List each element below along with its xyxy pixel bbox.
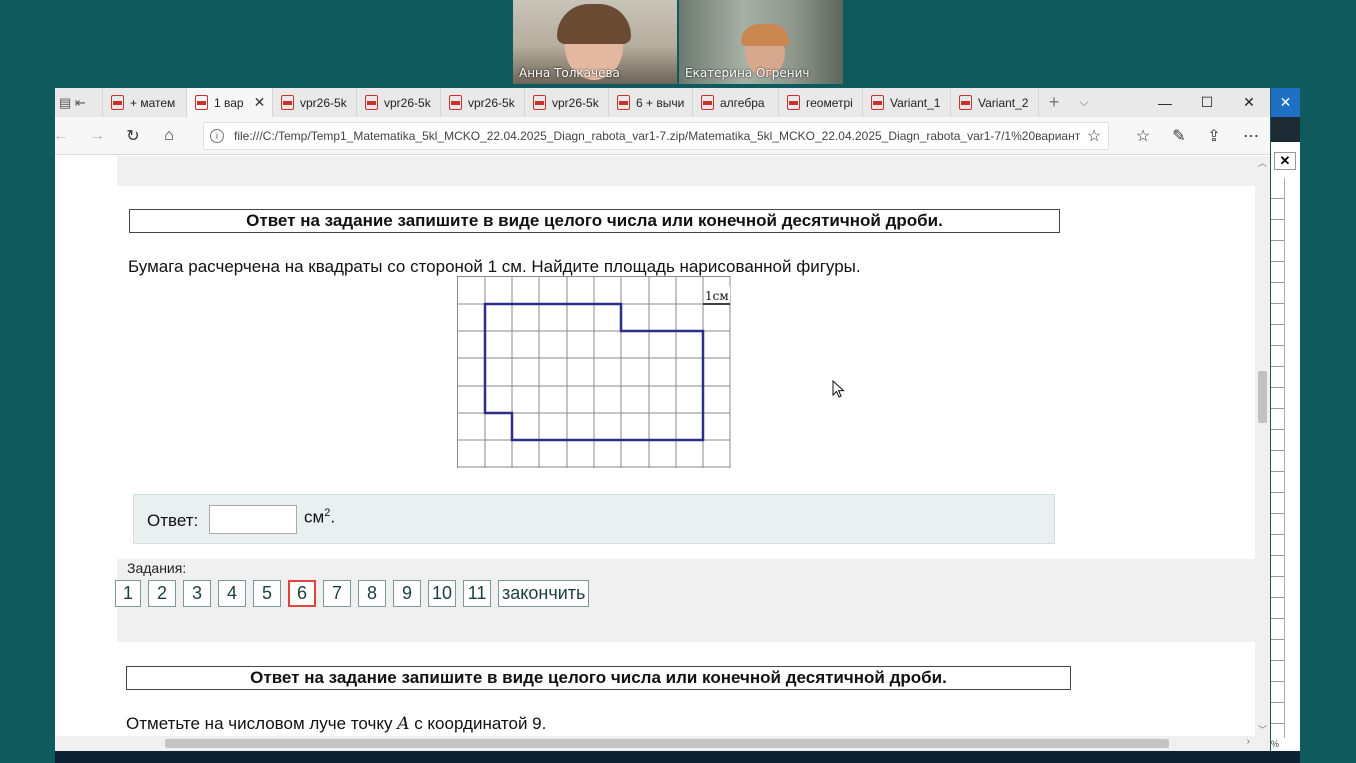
horizontal-scroll-thumb[interactable] — [165, 739, 1169, 748]
video-tile-participant-2[interactable]: Екатерина Огренич — [679, 0, 843, 84]
task-button-6[interactable]: 6 — [288, 580, 316, 607]
mouse-cursor-icon — [832, 380, 845, 398]
next-task-point: A — [397, 714, 410, 734]
finish-button[interactable]: закончить — [498, 580, 590, 607]
task-button-4[interactable]: 4 — [218, 580, 246, 607]
new-tab-button[interactable]: + — [1039, 88, 1069, 117]
participant-2-hair — [741, 24, 789, 46]
address-bar[interactable]: i file:///C:/Temp/Temp1_Matematika_5kl_M… — [203, 122, 1109, 150]
back-button[interactable]: ← — [49, 125, 73, 147]
pdf-icon — [617, 95, 630, 110]
pen-icon[interactable]: ✎ — [1167, 125, 1191, 147]
grid-figure: 1см — [457, 276, 731, 468]
side-panel-dismiss-button[interactable]: ✕ — [1274, 152, 1296, 170]
answer-input[interactable] — [209, 505, 297, 534]
page-top-band — [117, 156, 1255, 186]
horizontal-scrollbar[interactable]: › — [55, 736, 1270, 751]
scroll-right-icon[interactable]: › — [1247, 736, 1250, 747]
tab-bar: ▤ ⇤ + матем 1 вар ✕ vpr26-5k vpr26-5k vpr… — [55, 88, 1270, 117]
info-icon[interactable]: i — [210, 129, 224, 143]
pdf-icon — [195, 95, 208, 110]
answer-label: Ответ: — [147, 511, 199, 530]
tab-1[interactable]: 1 вар ✕ — [187, 88, 273, 117]
tab-7[interactable]: алгебра — [693, 88, 779, 117]
tab-6[interactable]: 6 + вычи — [609, 88, 693, 117]
tab-0[interactable]: + матем — [103, 88, 187, 117]
close-tab-icon[interactable]: ✕ — [254, 94, 266, 111]
task-number-list: 1 2 3 4 5 6 7 8 9 10 11 закончить — [115, 580, 590, 607]
task-button-9[interactable]: 9 — [393, 580, 421, 607]
scroll-down-icon[interactable]: ﹀ — [1258, 723, 1267, 736]
tab-10[interactable]: Variant_2 — [951, 88, 1039, 117]
tab-9[interactable]: Variant_1 — [863, 88, 951, 117]
more-menu-icon[interactable]: ⋯ — [1239, 125, 1263, 147]
task-button-8[interactable]: 8 — [358, 580, 386, 607]
vertical-scroll-thumb[interactable] — [1258, 371, 1267, 423]
home-button[interactable]: ⌂ — [157, 125, 181, 147]
task-button-11[interactable]: 11 — [463, 580, 492, 607]
task-button-5[interactable]: 5 — [253, 580, 281, 607]
side-panel-toolbar — [1271, 117, 1300, 142]
next-task-instruction-banner: Ответ на задание запишите в виде целого … — [126, 666, 1071, 690]
share-icon[interactable]: ⇪ — [1202, 125, 1226, 147]
side-panel-close-icon[interactable]: ✕ — [1271, 88, 1300, 117]
tasks-label: Задания: — [127, 560, 187, 576]
side-panel-lines — [1271, 178, 1285, 738]
pdf-icon — [871, 95, 884, 110]
tab-actions-icon[interactable]: ▤ ⇤ — [59, 95, 86, 111]
vertical-scrollbar[interactable]: ︿ ﹀ — [1255, 156, 1270, 736]
unit-text: см — [304, 507, 325, 527]
pdf-icon — [365, 95, 378, 110]
task-instruction-banner: Ответ на задание запишите в виде целого … — [129, 209, 1060, 233]
participant-1-hair — [557, 4, 631, 44]
pdf-icon — [281, 95, 294, 110]
pdf-icon — [533, 95, 546, 110]
tab-list-button[interactable]: ⌵ — [1069, 88, 1099, 117]
pdf-icon — [959, 95, 972, 110]
tab-5[interactable]: vpr26-5k — [525, 88, 609, 117]
answer-area: Ответ: см2. — [133, 494, 1055, 544]
scale-label: 1см — [705, 289, 729, 303]
refresh-button[interactable]: ↻ — [121, 125, 145, 147]
task-button-2[interactable]: 2 — [148, 580, 176, 607]
tab-4[interactable]: vpr26-5k — [441, 88, 525, 117]
next-task-text-after: с координатой 9. — [409, 714, 547, 733]
participant-2-name: Екатерина Огренич — [685, 66, 810, 80]
unit-suffix: . — [330, 507, 336, 527]
video-tile-participant-1[interactable]: Анна Толкачева — [513, 0, 677, 84]
task-button-3[interactable]: 3 — [183, 580, 211, 607]
minimize-button[interactable]: — — [1144, 88, 1186, 117]
maximize-button[interactable]: ☐ — [1186, 88, 1228, 117]
address-url[interactable]: file:///C:/Temp/Temp1_Matematika_5kl_MCK… — [234, 129, 1080, 143]
close-window-button[interactable]: ✕ — [1228, 88, 1270, 117]
pdf-icon — [701, 95, 714, 110]
tab-8[interactable]: геометрі — [779, 88, 863, 117]
side-panel: ✕ ✕ % — [1271, 88, 1300, 751]
pdf-icon — [111, 95, 124, 110]
tab-3[interactable]: vpr26-5k — [357, 88, 441, 117]
side-panel-percent: % — [1271, 739, 1280, 749]
tab-actions[interactable]: ▤ ⇤ — [55, 88, 103, 117]
pdf-icon — [787, 95, 800, 110]
windows-taskbar — [55, 751, 1300, 763]
browser-window: ▤ ⇤ + матем 1 вар ✕ vpr26-5k vpr26-5k vpr… — [53, 88, 1270, 751]
forward-button[interactable]: → — [85, 125, 109, 147]
next-task-text-before: Отметьте на числовом луче точку — [126, 714, 398, 733]
navigation-bar: ← → ↻ ⌂ i file:///C:/Temp/Temp1_Matemati… — [53, 117, 1270, 155]
pdf-page: Ответ на задание запишите в виде целого … — [55, 156, 1255, 736]
pdf-icon — [449, 95, 462, 110]
task-button-1[interactable]: 1 — [115, 580, 141, 607]
answer-unit: см2. — [304, 507, 335, 528]
favorite-star-icon[interactable]: ☆ — [1080, 126, 1108, 146]
favorites-icon[interactable]: ☆ — [1131, 125, 1155, 147]
task-button-10[interactable]: 10 — [428, 580, 457, 607]
participant-1-name: Анна Толкачева — [519, 66, 620, 80]
task-text: Бумага расчерчена на квадраты со стороно… — [128, 257, 861, 276]
scroll-up-icon[interactable]: ︿ — [1258, 156, 1267, 169]
tab-2[interactable]: vpr26-5k — [273, 88, 357, 117]
next-task-text: Отметьте на числовом луче точку A с коор… — [126, 714, 546, 734]
task-button-7[interactable]: 7 — [323, 580, 351, 607]
